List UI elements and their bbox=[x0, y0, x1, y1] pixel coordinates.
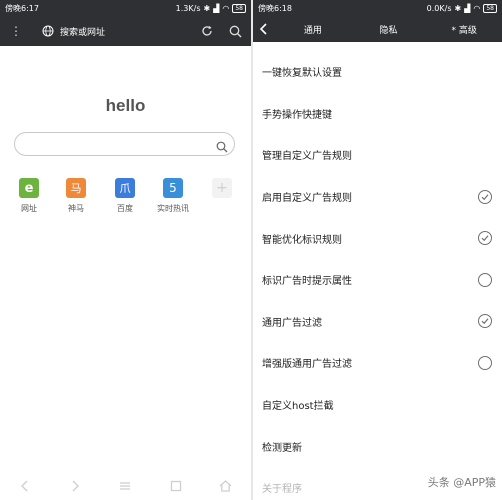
status-right: 1.3K/s ✱ ▟ ◠ 58 bbox=[175, 3, 246, 13]
home-logo-text: hello bbox=[105, 96, 146, 115]
tab-general[interactable]: 通用 bbox=[275, 23, 351, 36]
settings-row[interactable]: 检测更新 bbox=[253, 425, 502, 467]
status-time: 傍晚6:18 bbox=[258, 3, 292, 13]
advanced-settings-screen: 傍晚6:18 0.0K/s ✱ ▟ ◠ 58 通用 隐私 * 高级 一键恢复默认… bbox=[253, 0, 502, 500]
settings-row-label: 通用广告过滤 bbox=[262, 317, 322, 329]
plus-icon: + bbox=[212, 178, 232, 198]
search-icon[interactable] bbox=[216, 138, 228, 153]
tab-advanced[interactable]: * 高级 bbox=[426, 23, 502, 36]
settings-tab-bar: 通用 隐私 * 高级 bbox=[253, 16, 502, 42]
search-icon[interactable] bbox=[227, 23, 243, 39]
quicklink-wangzhi[interactable]: e 网址 bbox=[9, 178, 49, 214]
settings-row-label: 启用自定义广告规则 bbox=[262, 193, 352, 205]
unchecked-circle-icon[interactable] bbox=[478, 355, 492, 370]
home-search-input[interactable] bbox=[14, 132, 235, 156]
settings-row-label: 增强版通用广告过滤 bbox=[262, 359, 352, 371]
quicklink-realtime-news[interactable]: 5 实时热讯 bbox=[153, 178, 193, 214]
settings-row-label: 检测更新 bbox=[262, 442, 302, 454]
tab-privacy[interactable]: 隐私 bbox=[351, 23, 427, 36]
bluetooth-icon: ✱ bbox=[203, 3, 211, 13]
settings-row[interactable]: 启用自定义广告规则 bbox=[253, 176, 502, 218]
reload-icon[interactable] bbox=[199, 23, 215, 39]
battery-icon: 58 bbox=[232, 3, 246, 13]
settings-row[interactable]: 手势操作快捷键 bbox=[253, 93, 502, 135]
bluetooth-icon: ✱ bbox=[454, 3, 462, 13]
quicklink-label: 实时热讯 bbox=[157, 204, 189, 213]
settings-row-label: 标识广告时提示属性 bbox=[262, 276, 352, 288]
home-icon[interactable] bbox=[218, 478, 234, 494]
settings-row-label: 自定义host拦截 bbox=[262, 401, 334, 413]
forward-arrow-icon[interactable] bbox=[67, 478, 83, 494]
checked-circle-icon[interactable] bbox=[478, 231, 492, 246]
menu-icon[interactable] bbox=[117, 478, 133, 494]
settings-row[interactable]: 通用广告过滤 bbox=[253, 301, 502, 343]
quicklink-label: 网址 bbox=[21, 204, 37, 213]
settings-row-label: 管理自定义广告规则 bbox=[262, 151, 352, 163]
baidu-paw-icon: 爪 bbox=[115, 178, 135, 198]
settings-row[interactable]: 一键恢复默认设置 bbox=[253, 51, 502, 93]
quicklink-label: 百度 bbox=[117, 204, 133, 213]
back-arrow-icon[interactable] bbox=[17, 478, 33, 494]
add-quicklink-button[interactable]: + bbox=[202, 178, 242, 198]
news-icon: 5 bbox=[163, 178, 183, 198]
quicklink-shenma[interactable]: 马 神马 bbox=[56, 178, 96, 214]
settings-row[interactable]: 智能优化标识规则 bbox=[253, 217, 502, 259]
watermark-text: 头条 @APP猿 bbox=[427, 476, 496, 489]
quicklink-baidu[interactable]: 爪 百度 bbox=[105, 178, 145, 214]
battery-icon: 58 bbox=[483, 3, 497, 13]
checked-circle-icon[interactable] bbox=[478, 314, 492, 329]
settings-row-label: 关于程序 bbox=[262, 484, 302, 496]
status-bar: 傍晚6:17 1.3K/s ✱ ▟ ◠ 58 bbox=[0, 0, 251, 16]
settings-row[interactable]: 管理自定义广告规则 bbox=[253, 134, 502, 176]
quicklink-label: 神马 bbox=[68, 204, 84, 213]
settings-row-label: 一键恢复默认设置 bbox=[262, 68, 342, 80]
settings-list: 一键恢复默认设置 手势操作快捷键管理自定义广告规则 启用自定义广告规则 智能优化标识规… bbox=[253, 51, 502, 500]
globe-icon bbox=[42, 25, 54, 37]
settings-row[interactable]: 增强版通用广告过滤 bbox=[253, 342, 502, 384]
shenma-icon: 马 bbox=[66, 178, 86, 198]
back-arrow-icon[interactable] bbox=[253, 23, 275, 35]
settings-row-label: 智能优化标识规则 bbox=[262, 234, 342, 246]
status-right: 0.0K/s ✱ ▟ ◠ 58 bbox=[426, 3, 497, 13]
unchecked-circle-icon[interactable] bbox=[478, 272, 492, 287]
status-bar: 傍晚6:18 0.0K/s ✱ ▟ ◠ 58 bbox=[253, 0, 502, 16]
wifi-icon: ◠ bbox=[222, 3, 230, 13]
browser-toolbar: ⋮ 搜索或网址 bbox=[0, 16, 251, 46]
url-input[interactable]: 搜索或网址 bbox=[60, 25, 199, 38]
settings-row[interactable]: 自定义host拦截 bbox=[253, 384, 502, 426]
wifi-icon: ◠ bbox=[473, 3, 481, 13]
signal-icon: ▟ bbox=[464, 3, 471, 13]
bottom-navigation bbox=[0, 472, 251, 500]
status-time: 傍晚6:17 bbox=[5, 3, 39, 13]
network-speed: 1.3K/s bbox=[175, 3, 201, 13]
network-speed: 0.0K/s bbox=[426, 3, 452, 13]
settings-row-label: 手势操作快捷键 bbox=[262, 109, 332, 121]
wangzhi-icon: e bbox=[19, 178, 39, 198]
browser-home-screen: 傍晚6:17 1.3K/s ✱ ▟ ◠ 58 ⋮ 搜索或网址 hello e 网… bbox=[0, 0, 251, 500]
signal-icon: ▟ bbox=[213, 3, 220, 13]
checked-circle-icon[interactable] bbox=[478, 189, 492, 204]
settings-row[interactable]: 标识广告时提示属性 bbox=[253, 259, 502, 301]
tabs-icon[interactable] bbox=[168, 478, 184, 494]
more-vert-icon[interactable]: ⋮ bbox=[8, 24, 24, 38]
